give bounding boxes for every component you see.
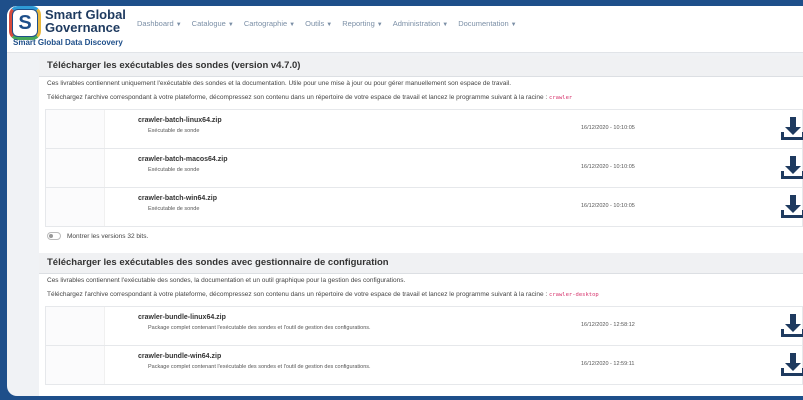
nav-item-dashboard[interactable]: Dashboard ▼ — [137, 19, 182, 28]
toggle-label: Montrer les versions 32 bits. — [67, 232, 149, 240]
file-name: crawler-bundle-win64.zip — [138, 353, 222, 360]
file-row: crawler-batch-linux64.zip Exécutable de … — [45, 109, 803, 149]
file-name: crawler-batch-macos64.zip — [138, 156, 228, 163]
toggle-32bit-row: Montrer les versions 32 bits. — [39, 227, 803, 245]
command-code: crawler — [549, 95, 573, 101]
nav-item-documentation[interactable]: Documentation ▼ — [458, 19, 516, 28]
download-icon[interactable] — [780, 313, 803, 339]
command-code: crawler-desktop — [549, 292, 599, 298]
file-list-bundle: crawler-bundle-linux64.zip Package compl… — [45, 306, 803, 385]
file-description: Exécutable de sonde — [148, 167, 200, 173]
file-thumbnail — [46, 149, 105, 187]
download-icon[interactable] — [780, 116, 803, 142]
logo-ring-icon — [9, 6, 41, 40]
section-description: Ces livrables contiennent l'exécutable d… — [47, 277, 406, 284]
download-icon[interactable] — [780, 155, 803, 181]
file-date: 16/12/2020 - 12:59:11 — [581, 361, 635, 367]
section-instructions: Téléchargez l'archive correspondant à vo… — [39, 288, 803, 302]
file-description: Exécutable de sonde — [148, 206, 200, 212]
file-date: 16/12/2020 - 10:10:05 — [581, 164, 635, 170]
nav-label: Cartographie — [243, 19, 288, 28]
file-name: crawler-batch-linux64.zip — [138, 117, 222, 124]
chevron-down-icon: ▼ — [326, 22, 333, 28]
file-name: crawler-bundle-linux64.zip — [138, 314, 226, 321]
file-row: crawler-batch-macos64.zip Exécutable de … — [45, 149, 803, 188]
nav-label: Dashboard — [137, 19, 174, 28]
toggle-32bit-switch[interactable] — [47, 232, 61, 240]
chevron-down-icon: ▼ — [289, 22, 296, 28]
download-icon[interactable] — [780, 352, 803, 378]
file-date: 16/12/2020 - 12:58:12 — [581, 322, 635, 328]
file-description: Exécutable de sonde — [148, 128, 200, 134]
top-header: S Smart Global Governance Smart Global D… — [7, 6, 803, 53]
file-thumbnail — [46, 188, 105, 226]
main-nav: Dashboard ▼ Catalogue ▼ Cartographie ▼ Outi… — [137, 19, 517, 28]
section-title-probes: Télécharger les exécutables des sondes (… — [39, 56, 803, 77]
file-thumbnail — [46, 307, 105, 345]
file-thumbnail — [46, 110, 105, 148]
brand-line-2: Governance — [45, 20, 121, 35]
file-name: crawler-batch-win64.zip — [138, 195, 217, 202]
download-icon[interactable] — [780, 194, 803, 220]
chevron-down-icon: ▼ — [175, 22, 182, 28]
file-description: Package complet contenant l'exécutable d… — [148, 325, 371, 331]
instructions-text: Téléchargez l'archive correspondant à vo… — [47, 94, 548, 101]
brand-name: Smart Global Governance — [45, 8, 126, 34]
chevron-down-icon: ▼ — [376, 22, 383, 28]
nav-item-reporting[interactable]: Reporting ▼ — [342, 19, 382, 28]
nav-label: Outils — [305, 19, 325, 28]
nav-label: Reporting — [342, 19, 375, 28]
tagline: Smart Global Data Discovery — [13, 38, 123, 47]
main-content: Télécharger les exécutables des sondes (… — [39, 56, 803, 396]
file-list-probes: crawler-batch-linux64.zip Exécutable de … — [45, 109, 803, 227]
instructions-text: Téléchargez l'archive correspondant à vo… — [47, 291, 548, 298]
chevron-down-icon: ▼ — [442, 22, 449, 28]
file-row: crawler-bundle-win64.zip Package complet… — [45, 346, 803, 385]
nav-label: Documentation — [458, 19, 509, 28]
file-row: crawler-bundle-linux64.zip Package compl… — [45, 306, 803, 346]
section-description: Ces livrables contiennent uniquement l'e… — [47, 80, 512, 87]
nav-item-cartographie[interactable]: Cartographie ▼ — [244, 19, 295, 28]
section-instructions: Téléchargez l'archive correspondant à vo… — [39, 91, 803, 105]
nav-item-outils[interactable]: Outils ▼ — [305, 19, 332, 28]
nav-label: Catalogue — [191, 19, 226, 28]
nav-item-administration[interactable]: Administration ▼ — [393, 19, 448, 28]
nav-item-catalogue[interactable]: Catalogue ▼ — [192, 19, 234, 28]
file-date: 16/12/2020 - 10:10:05 — [581, 125, 635, 131]
chevron-down-icon: ▼ — [510, 22, 517, 28]
app-window: S Smart Global Governance Smart Global D… — [7, 6, 803, 396]
logo[interactable]: S — [9, 6, 41, 40]
file-date: 16/12/2020 - 10:10:05 — [581, 203, 635, 209]
file-description: Package complet contenant l'exécutable d… — [148, 364, 371, 370]
file-thumbnail — [46, 346, 105, 384]
file-row: crawler-batch-win64.zip Exécutable de so… — [45, 188, 803, 227]
chevron-down-icon: ▼ — [227, 22, 234, 28]
nav-label: Administration — [392, 19, 441, 28]
section-title-bundle: Télécharger les exécutables des sondes a… — [39, 253, 803, 274]
